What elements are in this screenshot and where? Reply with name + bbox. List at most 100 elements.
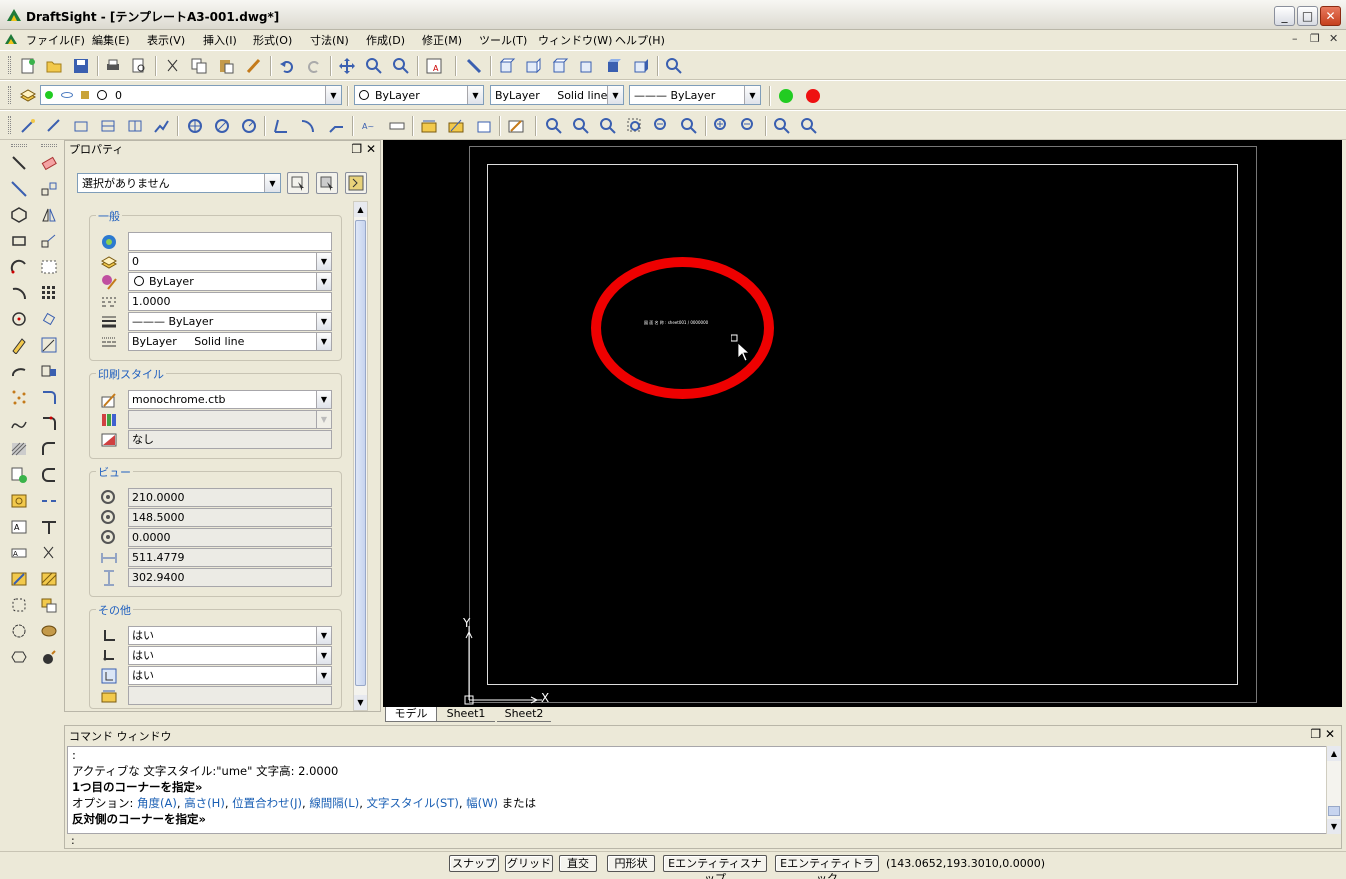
scroll-up-icon[interactable]: ▲ <box>1327 746 1341 761</box>
layer-manager-icon[interactable] <box>19 87 37 105</box>
chevron-down-icon[interactable]: ▼ <box>316 647 331 664</box>
chevron-down-icon[interactable]: ▼ <box>316 273 331 290</box>
chamfer-icon[interactable] <box>40 466 58 484</box>
arc-icon[interactable] <box>10 258 28 276</box>
extend-icon[interactable] <box>40 414 58 432</box>
dimension-baseline-icon[interactable] <box>99 117 117 135</box>
simple-text-icon[interactable]: A <box>10 544 28 562</box>
grid-toggle[interactable]: グリッド <box>505 855 553 872</box>
revision-cloud-icon[interactable] <box>10 622 28 640</box>
dimension-radius-icon[interactable] <box>240 117 258 135</box>
mirror-icon[interactable] <box>40 206 58 224</box>
close-icon[interactable]: ✕ <box>366 142 376 156</box>
scale-icon[interactable] <box>40 336 58 354</box>
wipeout-icon[interactable] <box>10 648 28 666</box>
chevron-down-icon[interactable]: ▼ <box>316 333 331 350</box>
tab-sheet1[interactable]: Sheet1 <box>437 707 495 722</box>
open-file-icon[interactable] <box>45 57 63 75</box>
inspection-icon[interactable] <box>388 117 406 135</box>
linestyle-combo[interactable]: ByLayer Solid line ▼ <box>490 85 624 105</box>
zoom-realtime-icon[interactable] <box>365 57 383 75</box>
offset-icon[interactable] <box>40 232 58 250</box>
scroll-thumb[interactable] <box>1328 806 1340 816</box>
ucs-viewport-field[interactable]: はい ▼ <box>128 666 332 685</box>
chevron-down-icon[interactable]: ▼ <box>744 86 760 104</box>
ucs-field[interactable]: はい ▼ <box>128 626 332 645</box>
redo-icon[interactable] <box>305 57 323 75</box>
linescale-field[interactable]: 1.0000 <box>128 292 332 311</box>
array-icon[interactable] <box>40 284 58 302</box>
red-status-icon[interactable] <box>806 89 820 103</box>
circle-icon[interactable] <box>10 310 28 328</box>
color-field[interactable]: ByLayer ▼ <box>128 272 332 291</box>
menu-modify[interactable]: 修正(M) <box>422 32 462 48</box>
zoom-fit-icon[interactable] <box>599 117 617 135</box>
layer-field[interactable]: 0 ▼ <box>128 252 332 271</box>
view-left-icon[interactable] <box>551 57 569 75</box>
toolbar-grip[interactable] <box>41 144 57 147</box>
multiline-text-icon[interactable]: A <box>10 518 28 536</box>
toggle-pickadd-button[interactable] <box>345 172 367 194</box>
menu-file[interactable]: ファイル(F) <box>26 32 85 48</box>
tab-model[interactable]: モデル <box>385 707 437 722</box>
spline-icon[interactable] <box>10 414 28 432</box>
ortho-toggle[interactable]: 直交 <box>559 855 597 872</box>
edit-text-icon[interactable] <box>10 570 28 588</box>
block-attribute-icon[interactable] <box>40 596 58 614</box>
chevron-down-icon[interactable]: ▼ <box>316 627 331 644</box>
polygon-icon[interactable] <box>10 206 28 224</box>
lineweight-field[interactable]: ——— ByLayer ▼ <box>128 312 332 331</box>
make-block-icon[interactable] <box>10 492 28 510</box>
dimension-linear-icon[interactable] <box>72 117 90 135</box>
zoom-box-icon[interactable] <box>626 117 644 135</box>
menu-window[interactable]: ウィンドウ(W) <box>538 32 612 48</box>
fillet-icon[interactable] <box>40 440 58 458</box>
arc-3point-icon[interactable] <box>10 284 28 302</box>
dimension-smart-icon[interactable] <box>19 117 37 135</box>
polar-toggle[interactable]: 円形状 <box>607 855 655 872</box>
selection-combo[interactable]: 選択がありません ▼ <box>77 173 281 193</box>
point-icon[interactable] <box>10 388 28 406</box>
undo-icon[interactable] <box>278 57 296 75</box>
dimension-angular-icon[interactable] <box>272 117 290 135</box>
chevron-down-icon[interactable]: ▼ <box>264 174 280 192</box>
chevron-down-icon[interactable]: ▼ <box>316 313 331 330</box>
tab-sheet2[interactable]: Sheet2 <box>497 707 551 722</box>
chevron-down-icon[interactable]: ▼ <box>316 667 331 684</box>
drawing-canvas[interactable]: 図 面 名 称 : sheet001 / 0000000 Y X <box>383 140 1342 707</box>
stretch-icon[interactable] <box>40 362 58 380</box>
lineweight-combo[interactable]: ——— ByLayer ▼ <box>629 85 761 105</box>
maximize-button[interactable]: □ <box>1297 6 1318 26</box>
pattern-icon[interactable] <box>40 258 58 276</box>
option-justify[interactable]: 位置合わせ(J) <box>232 796 302 810</box>
document-icon[interactable] <box>4 33 18 45</box>
etrack-toggle[interactable]: Eエンティティトラック <box>775 855 879 879</box>
linestyle-field[interactable]: ByLayer Solid line ▼ <box>128 332 332 351</box>
tolerance-icon[interactable]: A~ <box>361 117 379 135</box>
match-properties-icon[interactable] <box>245 57 263 75</box>
zoom-out-step-icon[interactable] <box>740 117 758 135</box>
print-preview-icon[interactable] <box>130 57 148 75</box>
scroll-down-icon[interactable]: ▼ <box>354 695 367 710</box>
zoom-window-icon[interactable] <box>392 57 410 75</box>
print-icon[interactable] <box>104 57 122 75</box>
dimension-center-icon[interactable] <box>186 117 204 135</box>
eraser-icon[interactable] <box>40 154 58 172</box>
layer-combo[interactable]: 0 ▼ <box>40 85 342 105</box>
menu-insert[interactable]: 挿入(I) <box>203 32 237 48</box>
command-input[interactable]: : <box>67 834 1341 848</box>
toolbar-grip[interactable] <box>8 86 11 104</box>
split-icon[interactable] <box>40 544 58 562</box>
chevron-down-icon[interactable]: ▼ <box>325 86 341 104</box>
new-file-icon[interactable] <box>19 57 37 75</box>
close-icon[interactable]: ✕ <box>1325 727 1335 741</box>
hatch-edit-icon[interactable] <box>40 570 58 588</box>
dimension-edit-icon[interactable] <box>447 117 465 135</box>
toolbar-grip[interactable] <box>11 144 27 147</box>
zoom-center-icon[interactable] <box>800 117 818 135</box>
zoom-extents-icon[interactable] <box>545 117 563 135</box>
dimension-ordinate-icon[interactable] <box>152 117 170 135</box>
mdi-minimize-button[interactable]: – <box>1292 32 1298 45</box>
copy-entity-icon[interactable] <box>40 180 58 198</box>
zoom-all-icon[interactable] <box>680 117 698 135</box>
